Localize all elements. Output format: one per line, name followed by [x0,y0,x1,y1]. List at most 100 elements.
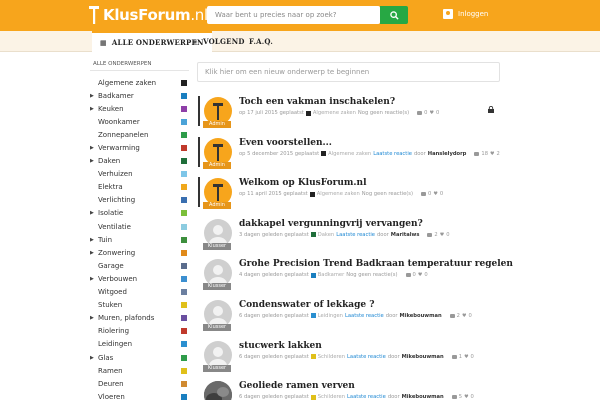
topic-category[interactable]: Algemene zaken [313,110,356,116]
sidebar-category-item[interactable]: ▶ Verbouwen [90,272,189,285]
plus-icon: + [192,37,199,46]
comment-icon [451,395,457,400]
topic-row[interactable]: Klusser Grohe Precision Trend Badkraan te… [197,255,513,296]
topic-category[interactable]: Leidingen [318,313,343,319]
topic-title[interactable]: Welkom op KlusForum.nl [239,178,367,188]
sidebar-category-item[interactable]: Riolering [90,325,189,338]
last-reply-author[interactable]: Mikebouwman [400,313,442,319]
topic-category[interactable]: Algemene zaken [317,191,360,197]
search-button[interactable] [380,6,408,24]
tab-following[interactable]: + VOLGEND [192,31,245,52]
last-reply-link[interactable]: Laatste reactie [373,151,412,157]
last-reply-link[interactable]: Laatste reactie [347,394,386,400]
sidebar-category-item[interactable]: Ventilatie [90,220,189,233]
category-list: Algemene zaken ▶ Badkamer ▶ Keuken Woonkamer Z… [90,76,189,400]
topic-title[interactable]: Even voorstellen... [239,138,332,148]
last-reply-link[interactable]: Laatste reactie [347,354,386,360]
category-color-swatch [181,145,187,152]
topic-date: 3 dagen geleden geplaatst [239,231,309,238]
sidebar-category-item[interactable]: ▶ Muren, plafonds [90,312,189,325]
topic-row[interactable]: Admin Welkom op KlusForum.nl op 11 april 2… [197,174,500,215]
sidebar-category-item[interactable]: Witgoed [90,286,189,299]
topic-stats: 1 ♥ 0 [451,354,474,360]
site-logo[interactable]: KlusForum.nl [88,4,208,26]
sidebar-category-item[interactable]: Elektra [90,181,189,194]
topic-date: 6 dagen geleden geplaatst [239,353,309,360]
by-label: door [377,231,389,238]
like-count: 0 [439,191,444,198]
topic-row[interactable]: Admin Toch een vakman inschakelen? op 17 j… [197,93,500,134]
chevron-right-icon: ▶ [90,210,94,217]
category-label: ▶ Keuken [90,104,124,113]
topic-title[interactable]: stucwerk lakken [239,341,322,351]
category-color-swatch [181,236,187,243]
reply-count: 0 [412,272,416,279]
topic-title[interactable]: Condenswater of lekkage ? [239,300,375,310]
topic-row[interactable]: Klusser stucwerk lakken 6 dagen geleden ge… [197,337,500,378]
chevron-right-icon: ▶ [90,354,94,361]
category-label: Vloeren [98,392,125,400]
category-color-swatch [181,131,187,138]
category-label: Algemene zaken [98,78,157,87]
sidebar-category-item[interactable]: Leidingen [90,338,189,351]
sidebar-category-item[interactable]: Ramen [90,364,189,377]
reply-status: Nog geen reactie(s) [361,191,414,198]
last-reply-author[interactable]: Mikebouwman [402,354,444,360]
last-reply-link[interactable]: Laatste reactie [345,313,384,319]
sidebar-category-item[interactable]: Stuken [90,299,189,312]
reply-count: 5 [458,394,463,400]
sidebar-category-item[interactable]: Zonnepanelen [90,128,189,141]
sidebar-category-item[interactable]: Verhuizen [90,168,189,181]
topic-title[interactable]: dakkapel vergunningvrij vervangen? [239,219,423,229]
category-color-swatch [310,272,316,278]
topic-row[interactable]: Geoliede ramen verven 6 dagen geleden gep… [197,377,500,400]
sidebar-category-item[interactable]: ▶ Tuin [90,233,189,246]
like-count: 0 [435,110,440,116]
topic-category[interactable]: Schilderen [318,354,345,360]
sidebar-category-item[interactable]: ▶ Glas [90,351,189,364]
tab-faq[interactable]: F.A.Q. [249,31,273,52]
topic-list: Admin Toch een vakman inschakelen? op 17 j… [197,93,513,400]
topic-meta: op 5 december 2015 geplaatst Algemene zak… [239,151,500,157]
last-reply-author[interactable]: Hanslelydorp [428,151,467,157]
topic-stats: 0 ♥ 0 [421,191,443,197]
sidebar-category-item[interactable]: Vloeren [90,390,189,400]
like-count: 2 [496,150,500,157]
topic-row[interactable]: Admin Even voorstellen... op 5 december 20… [197,134,500,175]
sidebar-category-item[interactable]: ▶ Isolatie [90,207,189,220]
sidebar-category-item[interactable]: Algemene zaken [90,76,189,89]
login-button[interactable]: Inloggen [443,9,488,19]
new-topic-input[interactable]: Klik hier om een nieuw onderwerp te begi… [197,62,500,82]
topic-date: op 5 december 2015 geplaatst [239,150,320,157]
category-label: ▶ Muren, plafonds [90,314,155,323]
topic-title[interactable]: Grohe Precision Trend Badkraan temperatu… [239,259,513,269]
category-label: ▶ Tuin [90,235,113,244]
topic-category[interactable]: Badkamer [318,272,345,278]
sidebar-category-item[interactable]: ▶ Keuken [90,102,189,115]
comment-icon [417,111,423,115]
sidebar-category-item[interactable]: Verlichting [90,194,189,207]
search-input[interactable]: Waar bent u precies naar op zoek? [207,6,380,24]
topic-title[interactable]: Toch een vakman inschakelen? [239,97,395,107]
sidebar-category-item[interactable]: ▶ Zonwering [90,246,189,259]
hammer-icon [89,6,99,24]
topic-category[interactable]: Daken [318,232,334,238]
topic-category[interactable]: Schilderen [318,394,345,400]
last-reply-author[interactable]: Maritalws [391,232,420,238]
sidebar-category-item[interactable]: ▶ Badkamer [90,89,189,102]
sidebar-category-item[interactable]: ▶ Daken [90,155,189,168]
last-reply-link[interactable]: Laatste reactie [336,232,375,238]
topic-category[interactable]: Algemene zaken [328,151,371,157]
sidebar-category-item[interactable]: Deuren [90,377,189,390]
by-label: door [413,150,426,157]
avatar-role-badge: Klusser [203,242,231,250]
sidebar-category-item[interactable]: ▶ Verwarming [90,141,189,154]
sidebar-category-item[interactable]: Woonkamer [90,115,189,128]
topic-row[interactable]: Klusser Condenswater of lekkage ? 6 dagen … [197,296,500,337]
topic-row[interactable]: Klusser dakkapel vergunningvrij vervangen… [197,215,500,256]
chevron-right-icon: ▶ [90,92,94,99]
category-label: Ventilatie [98,222,131,231]
sidebar-category-item[interactable]: Garage [90,259,189,272]
last-reply-author[interactable]: Mikebouwman [402,394,444,400]
topic-title[interactable]: Geoliede ramen verven [239,381,355,391]
